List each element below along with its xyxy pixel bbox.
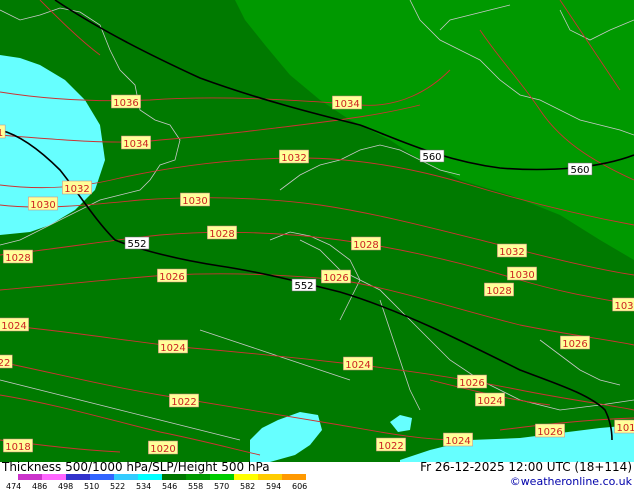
- isobar-label: 1034: [334, 99, 359, 110]
- thickness-label: 552: [294, 281, 313, 292]
- colorbar-swatch: [186, 474, 210, 480]
- isobar-label: 1022: [171, 397, 196, 408]
- colorbar-swatch: [234, 474, 258, 480]
- isobar-label: 22: [0, 358, 10, 369]
- colorbar-tick-label: 582: [240, 482, 255, 490]
- colorbar-tick-label: 546: [162, 482, 177, 490]
- isobar-label: 1024: [345, 360, 370, 371]
- isobar-label: 1030: [182, 196, 207, 207]
- isobar-label: 1026: [159, 272, 184, 283]
- map-title: Thickness 500/1000 hPa/SLP/Height 500 hP…: [1, 460, 270, 474]
- colorbar-swatch: [18, 474, 42, 480]
- isobar-label: 1024: [1, 321, 26, 332]
- colorbar-tick-label: 522: [110, 482, 125, 490]
- thickness-label: 560: [570, 165, 589, 176]
- colorbar-swatch: [210, 474, 234, 480]
- colorbar-tick-label: 486: [32, 482, 47, 490]
- colorbar-tick-label: 474: [6, 482, 21, 490]
- isobar-label: 1026: [537, 427, 562, 438]
- isobar-label: 1024: [477, 396, 502, 407]
- colorbar-swatch: [90, 474, 114, 480]
- isobar-label: 103: [614, 301, 633, 312]
- isobar-label: 1030: [509, 270, 534, 281]
- isobar-label: 1028: [5, 253, 30, 264]
- colorbar-swatch: [258, 474, 282, 480]
- isobar-label: 1: [0, 128, 3, 139]
- colorbar-swatch: [114, 474, 138, 480]
- colorbar-swatch: [282, 474, 306, 480]
- colorbar-tick-label: 534: [136, 482, 151, 490]
- thickness-label: 560: [422, 152, 441, 163]
- isobar-label: 1026: [323, 273, 348, 284]
- colorbar-tick-label: 510: [84, 482, 99, 490]
- isobar-label: 1030: [30, 200, 55, 211]
- credit-text: ©weatheronline.co.uk: [510, 475, 633, 488]
- colorbar-tick-label: 606: [292, 482, 307, 490]
- thickness-label: 552: [127, 239, 146, 250]
- isobar-label: 1036: [113, 98, 138, 109]
- isobar-label: 1018: [5, 442, 30, 453]
- colorbar-tick-label: 594: [266, 482, 281, 490]
- weather-map: 560 560 552 552 1036 1034 1034 1032 1032 1030…: [0, 0, 634, 490]
- colorbar-swatch: [162, 474, 186, 480]
- isobar-label: 1024: [160, 343, 185, 354]
- isobar-label: 1034: [123, 139, 148, 150]
- isobar-label: 101: [616, 423, 634, 434]
- isobar-label: 1032: [499, 247, 524, 258]
- isobar-label: 1028: [353, 240, 378, 251]
- isobar-label: 1026: [459, 378, 484, 389]
- isobar-label: 1020: [150, 444, 175, 455]
- valid-time: Fr 26-12-2025 12:00 UTC (18+114): [420, 460, 632, 474]
- isobar-label: 1032: [64, 184, 89, 195]
- isobar-label: 1022: [378, 441, 403, 452]
- colorbar-tick-label: 498: [58, 482, 73, 490]
- colorbar-swatch: [66, 474, 90, 480]
- isobar-label: 1032: [281, 153, 306, 164]
- isobar-label: 1028: [209, 229, 234, 240]
- colorbar-tick-label: 558: [188, 482, 203, 490]
- colorbar-swatch: [42, 474, 66, 480]
- isobar-label: 1024: [445, 436, 470, 447]
- isobar-label: 1028: [486, 286, 511, 297]
- colorbar-tick-label: 570: [214, 482, 229, 490]
- isobar-label: 1026: [562, 339, 587, 350]
- colorbar-swatch: [138, 474, 162, 480]
